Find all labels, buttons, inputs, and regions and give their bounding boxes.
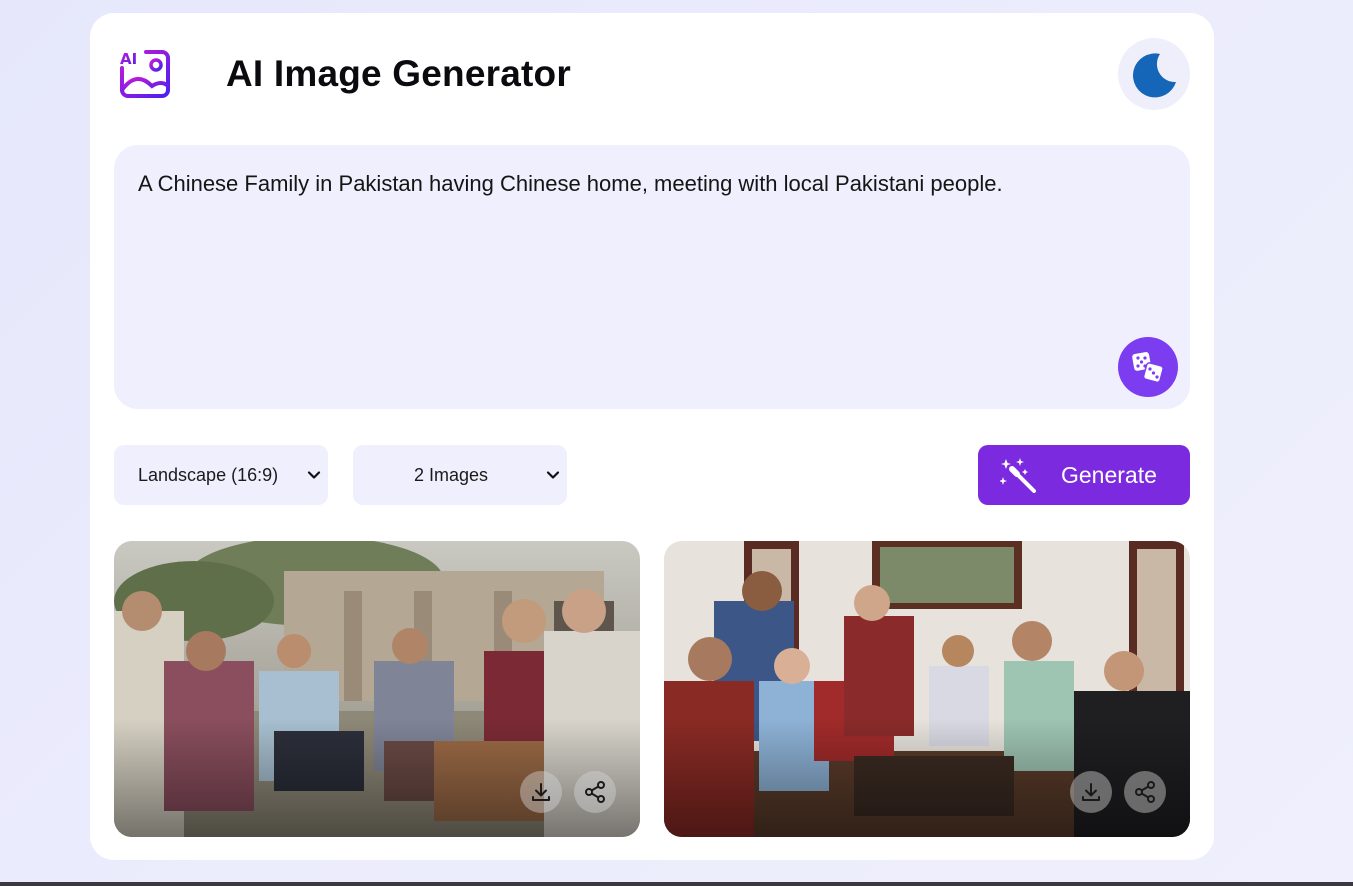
image-count-select[interactable]: 2 Images xyxy=(353,445,567,505)
generate-label: Generate xyxy=(1061,462,1157,488)
moon-icon xyxy=(1133,53,1176,98)
page-title: AI Image Generator xyxy=(226,53,571,94)
ai-image-logo-icon: AI xyxy=(118,46,172,100)
taskbar-edge xyxy=(0,882,1353,886)
chevron-down-icon xyxy=(307,471,321,479)
prompt-input[interactable]: A Chinese Family in Pakistan having Chin… xyxy=(114,145,1190,409)
prompt-text[interactable]: A Chinese Family in Pakistan having Chin… xyxy=(138,169,1094,199)
image-count-value: 2 Images xyxy=(413,464,489,485)
aspect-ratio-select[interactable]: Landscape (16:9) xyxy=(114,445,328,505)
generate-button[interactable]: Generate xyxy=(978,445,1190,505)
magic-wand-icon xyxy=(1000,458,1036,493)
generator-card: AI AI Image Generator A Chinese Family i… xyxy=(90,13,1214,860)
download-button[interactable] xyxy=(1070,771,1112,813)
share-icon xyxy=(1135,781,1155,803)
share-button[interactable] xyxy=(1124,771,1166,813)
chevron-down-icon xyxy=(546,471,560,479)
random-prompt-button[interactable] xyxy=(1118,337,1178,397)
header: AI AI Image Generator xyxy=(118,38,1190,110)
generated-image-1[interactable] xyxy=(114,541,640,837)
dice-icon xyxy=(1132,352,1164,384)
download-icon xyxy=(1082,783,1100,801)
download-icon xyxy=(532,783,550,801)
svg-text:AI: AI xyxy=(120,50,137,68)
download-button[interactable] xyxy=(520,771,562,813)
theme-toggle-button[interactable] xyxy=(1118,38,1190,110)
aspect-ratio-value: Landscape (16:9) xyxy=(138,464,279,485)
generated-image-2[interactable] xyxy=(664,541,1190,837)
share-icon xyxy=(585,781,605,803)
share-button[interactable] xyxy=(574,771,616,813)
